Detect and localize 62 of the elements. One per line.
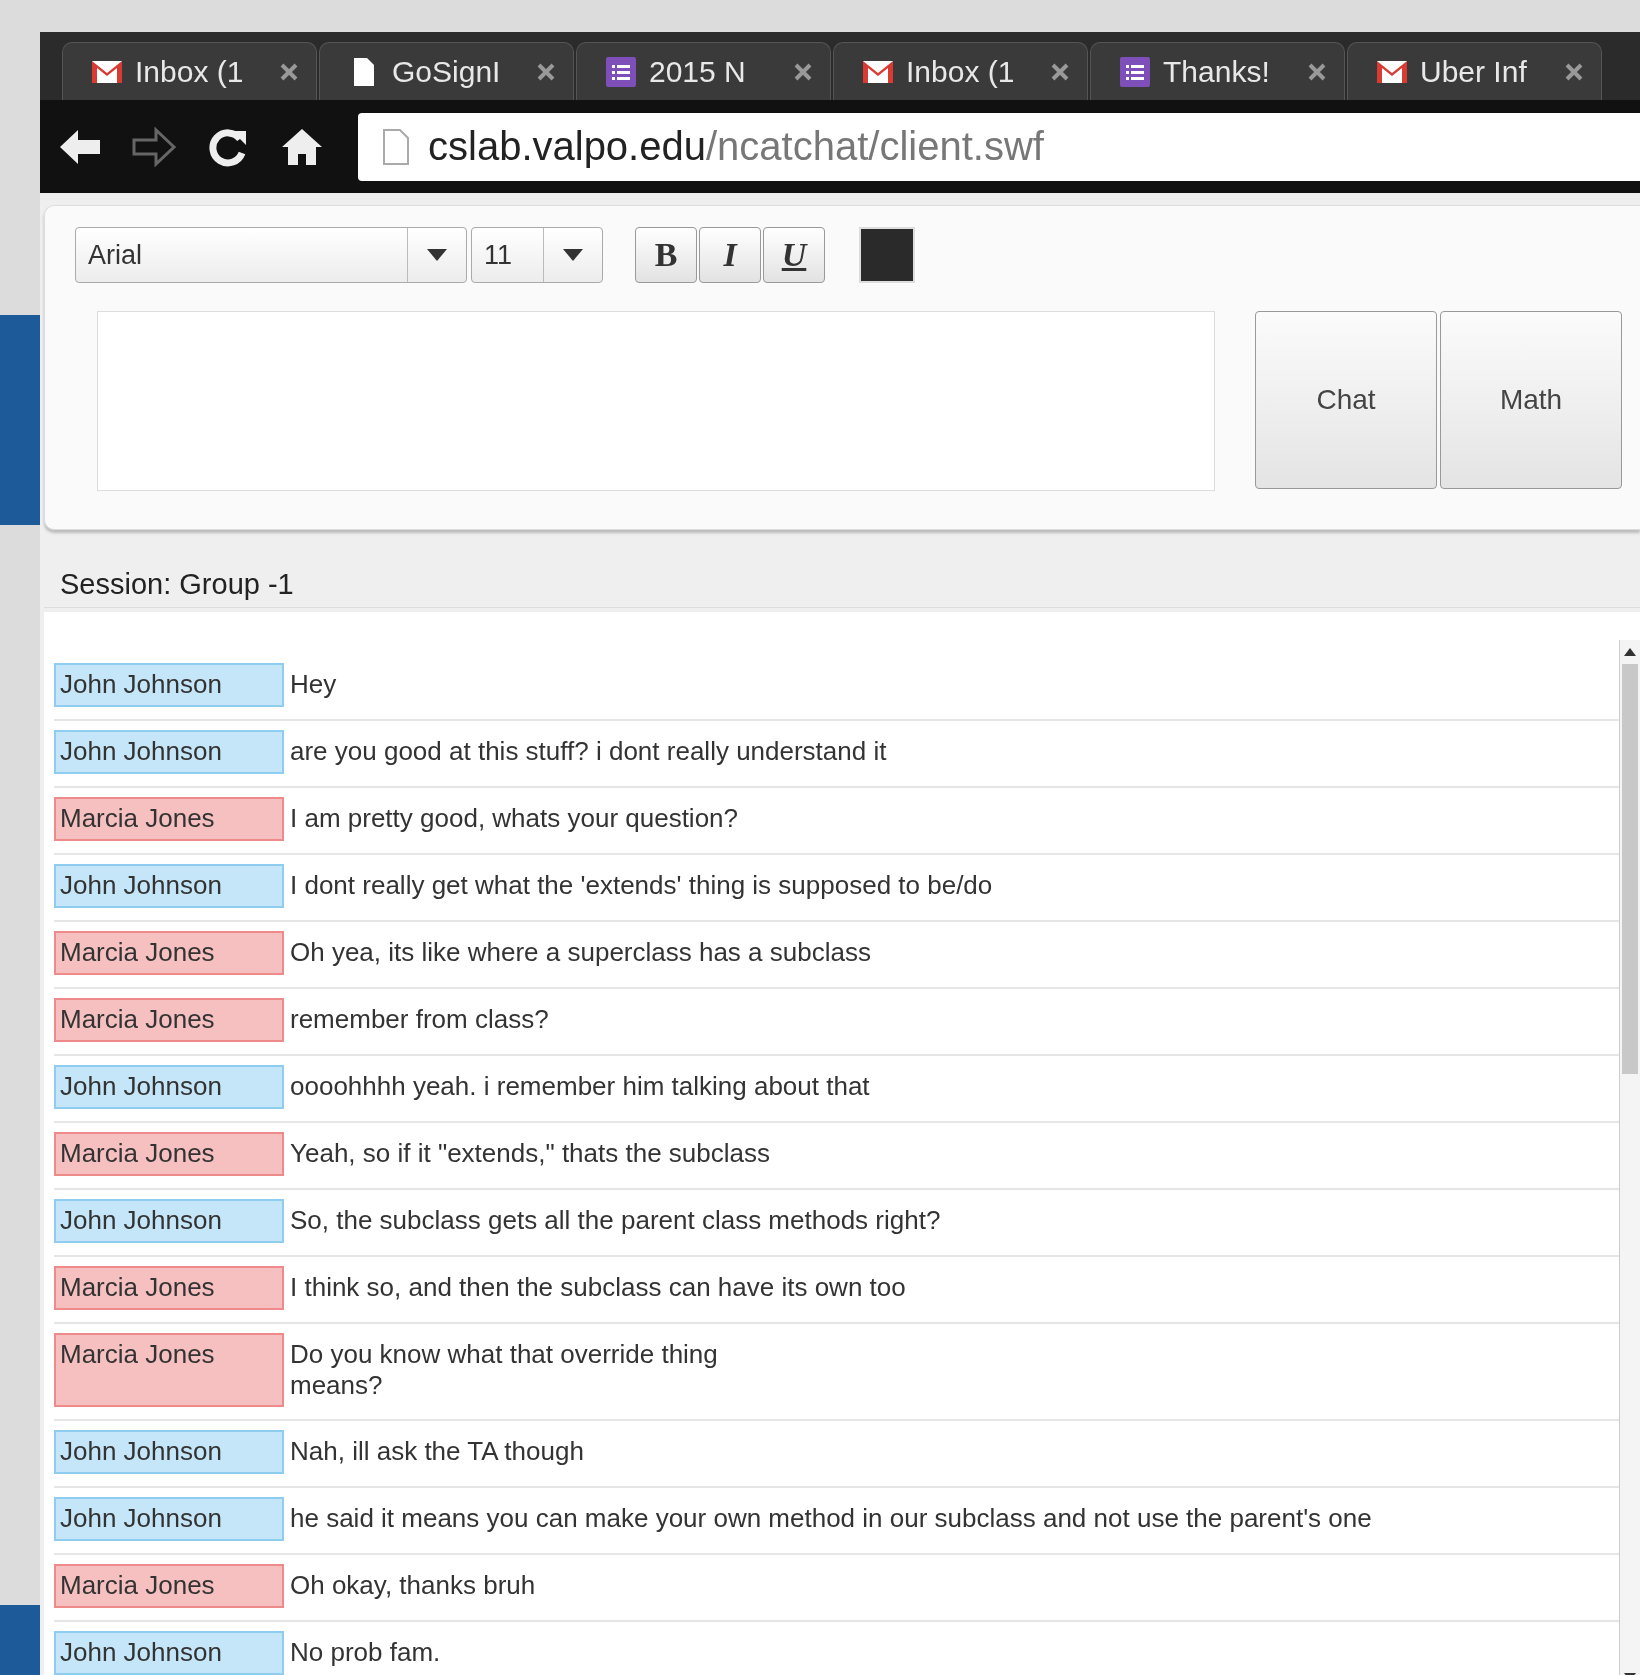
dropdown-arrow-icon: [563, 249, 583, 261]
close-icon[interactable]: [1051, 62, 1069, 81]
browser-tab[interactable]: Thanks!: [1090, 42, 1345, 100]
sender-name: John Johnson: [54, 1065, 284, 1109]
close-icon[interactable]: [794, 62, 812, 81]
browser-tab[interactable]: 2015 N: [576, 42, 831, 100]
sender-name: Marcia Jones: [54, 1564, 284, 1608]
browser-tab[interactable]: GoSignI: [319, 42, 574, 100]
list-icon: [605, 56, 637, 87]
sender-name: Marcia Jones: [54, 1266, 284, 1310]
dropdown-arrow-icon: [427, 249, 447, 261]
close-icon[interactable]: [537, 62, 555, 81]
sender-name: John Johnson: [54, 663, 284, 707]
message-text: No prob fam.: [289, 1636, 442, 1669]
sender-name: John Johnson: [54, 1497, 284, 1541]
sender-name: John Johnson: [54, 864, 284, 908]
address-bar[interactable]: cslab.valpo.edu/ncatchat/client.swf: [358, 112, 1640, 181]
sender-name: John Johnson: [54, 1631, 284, 1675]
sender-name: Marcia Jones: [54, 1333, 284, 1407]
browser-tab[interactable]: Uber Inf: [1347, 42, 1602, 100]
math-button[interactable]: Math: [1440, 311, 1622, 489]
message-text: I am pretty good, whats your question?: [289, 802, 740, 835]
underline-button[interactable]: U: [763, 227, 825, 283]
font-dropdown[interactable]: Arial: [75, 227, 467, 283]
sender-name: John Johnson: [54, 1199, 284, 1243]
browser-tab[interactable]: Inbox (1: [833, 42, 1088, 100]
session-title: Session: Group -1: [44, 546, 1640, 608]
sender-name: John Johnson: [54, 730, 284, 774]
scroll-up-icon[interactable]: [1624, 648, 1636, 656]
bold-button[interactable]: B: [635, 227, 697, 283]
message-text: So, the subclass gets all the parent class methods right?: [289, 1204, 942, 1237]
close-icon[interactable]: [280, 62, 298, 81]
sender-name: Marcia Jones: [54, 998, 284, 1042]
sender-name: Marcia Jones: [54, 931, 284, 975]
message-text: Nah, ill ask the TA though: [289, 1435, 585, 1468]
message-text: Do you know what that override thing means?: [289, 1338, 719, 1402]
sender-name: Marcia Jones: [54, 1132, 284, 1176]
message-text: are you good at this stuff? i dont really understand it: [289, 735, 888, 768]
close-icon[interactable]: [1565, 62, 1583, 81]
message-text: he said it means you can make your own method in our subclass and not use the parent's one: [289, 1502, 1373, 1535]
message-text: Oh yea, its like where a superclass has a subclass: [289, 936, 872, 969]
message-text: oooohhhh yeah. i remember him talking about that: [289, 1070, 871, 1103]
message-text: Hey: [289, 668, 338, 701]
message-input[interactable]: [97, 311, 1215, 491]
message-text: I think so, and then the subclass can have its own too: [289, 1271, 907, 1304]
message-text: Oh okay, thanks bruh: [289, 1569, 537, 1602]
list-icon: [1119, 56, 1151, 87]
text-color-swatch[interactable]: [859, 227, 915, 283]
page-icon: [382, 128, 410, 165]
sender-name: John Johnson: [54, 1430, 284, 1474]
italic-button[interactable]: I: [699, 227, 761, 283]
close-icon[interactable]: [1308, 62, 1326, 81]
size-dropdown[interactable]: 11: [471, 227, 603, 283]
message-text: remember from class?: [289, 1003, 550, 1036]
forward-icon[interactable]: [132, 126, 176, 167]
home-icon[interactable]: [280, 126, 324, 167]
browser-tab[interactable]: Inbox (1: [62, 42, 317, 100]
chat-button[interactable]: Chat: [1255, 311, 1437, 489]
message-text: I dont really get what the 'extends' thing is supposed to be/do: [289, 869, 994, 902]
sender-name: Marcia Jones: [54, 797, 284, 841]
message-text: Yeah, so if it "extends," thats the subclass: [289, 1137, 771, 1170]
scrollbar[interactable]: [1619, 640, 1640, 1675]
